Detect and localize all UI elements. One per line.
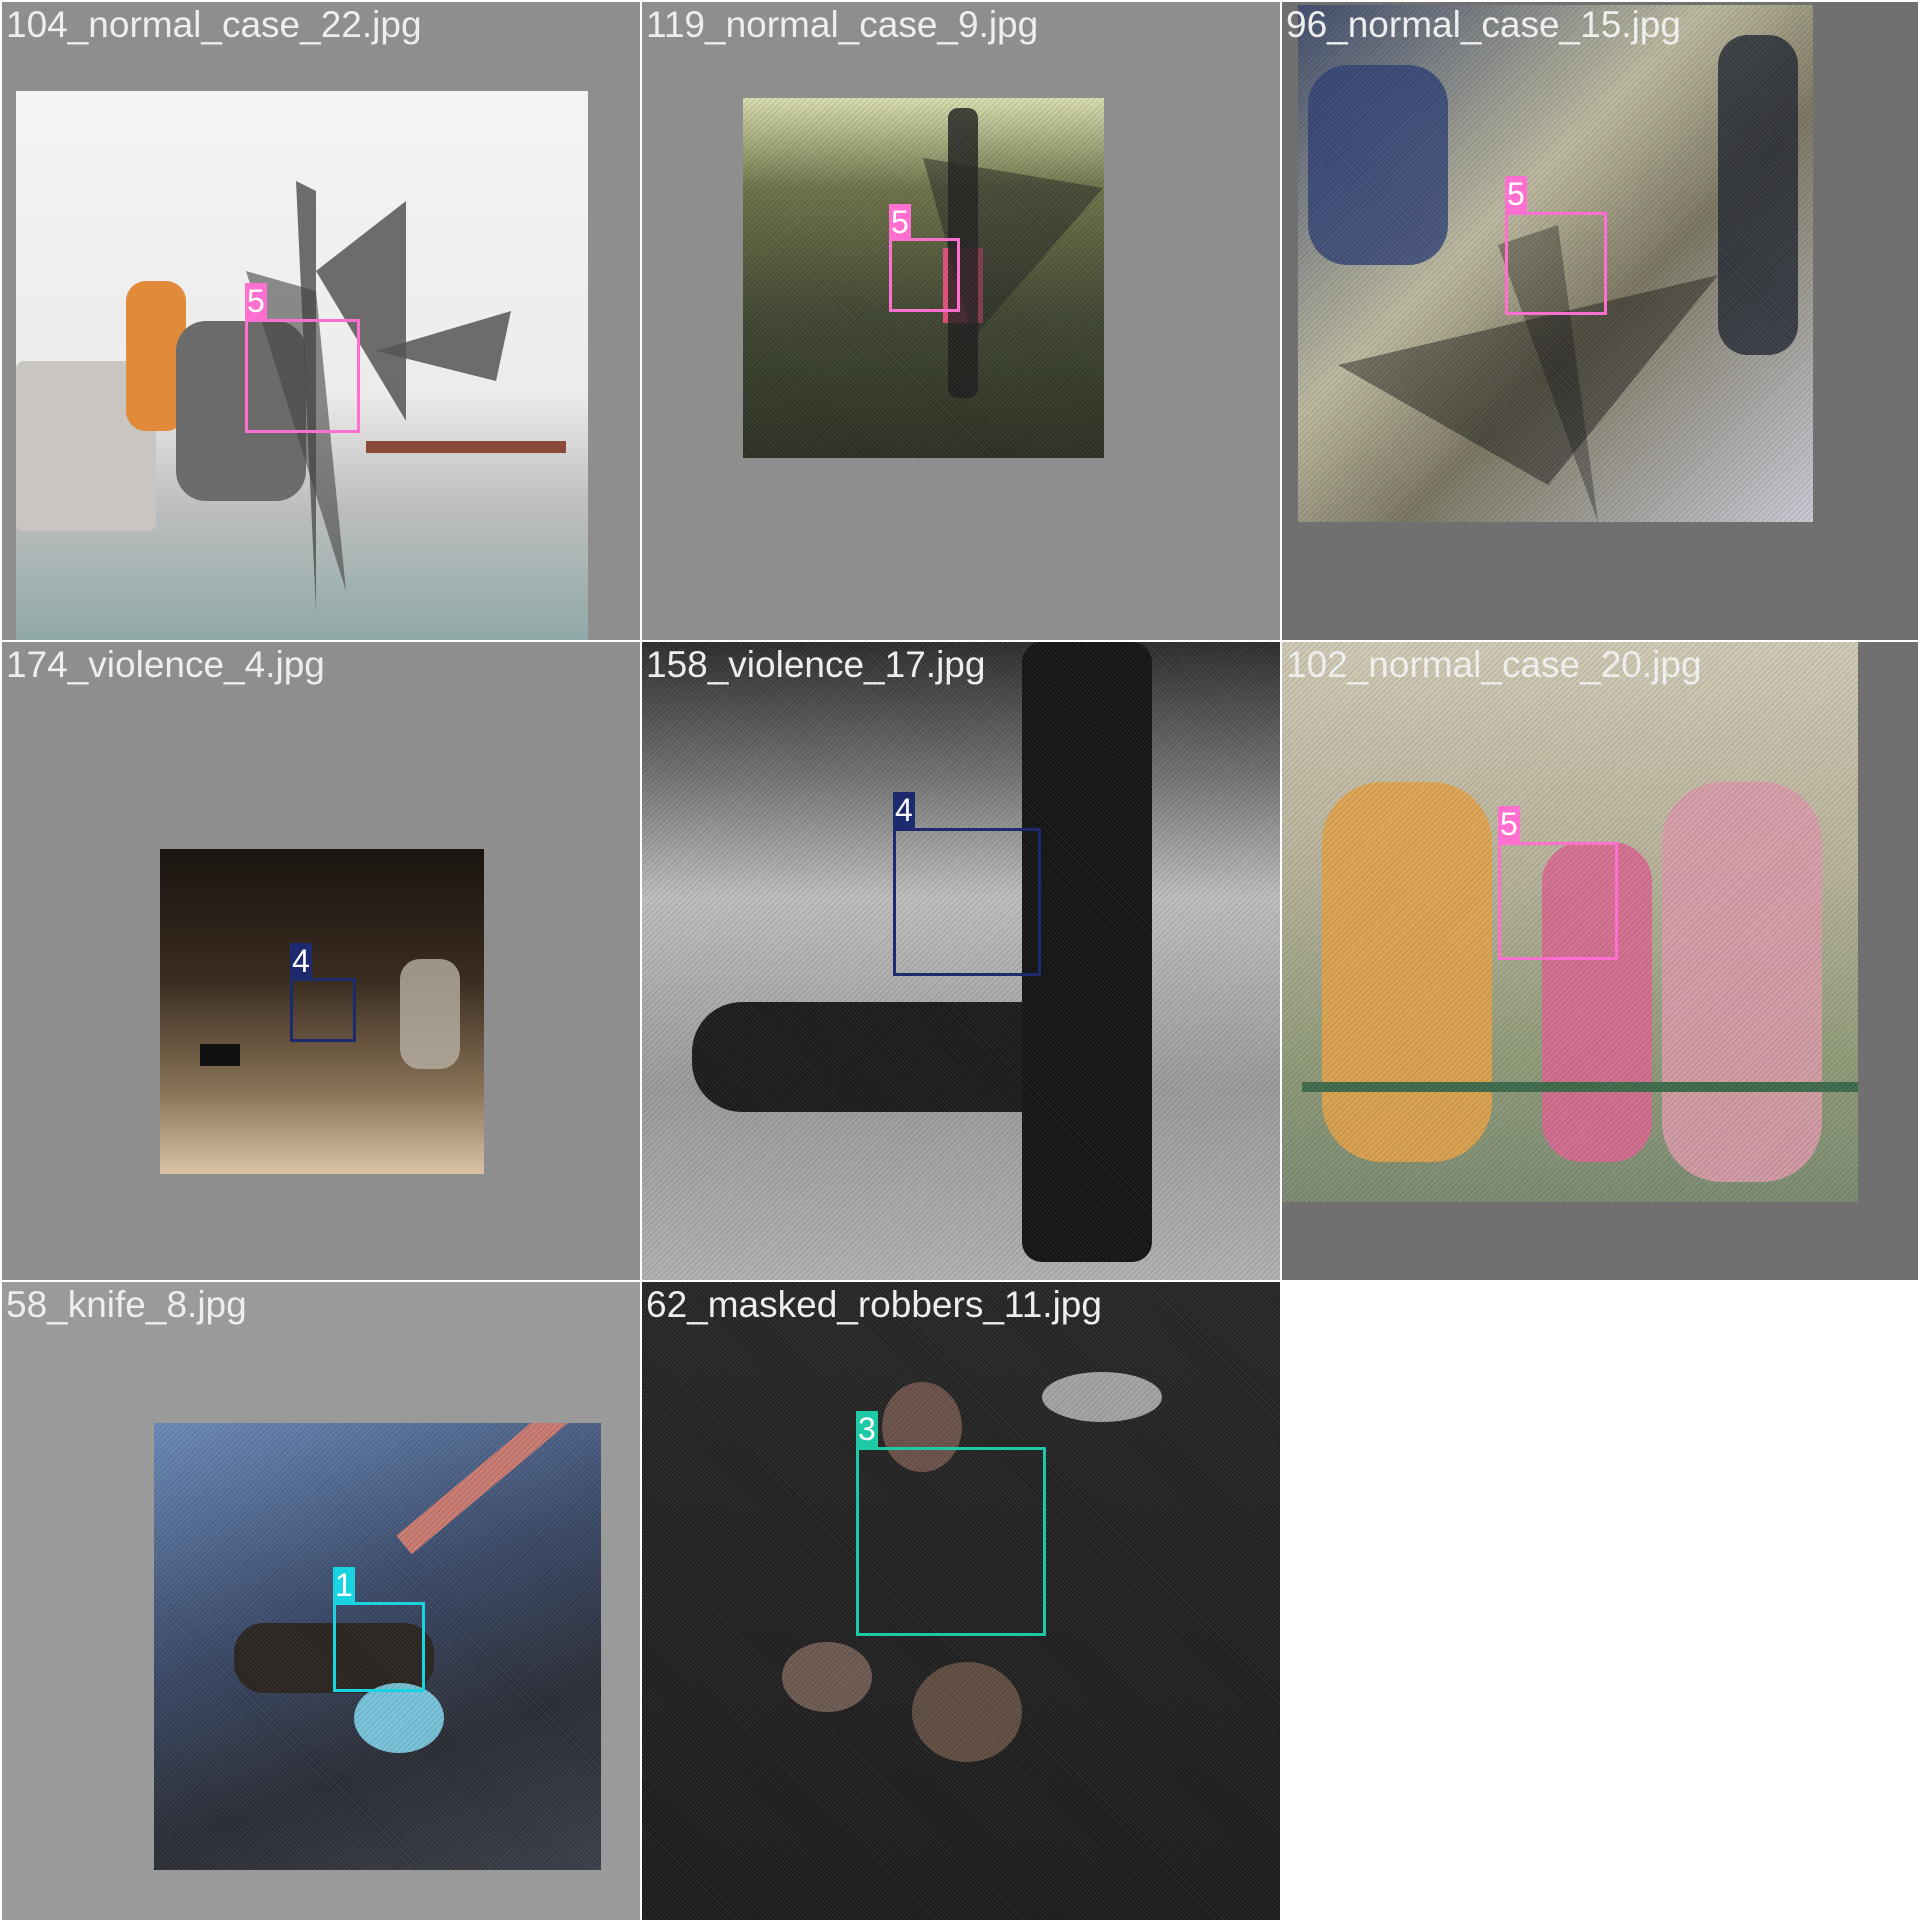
tile-96-normal-case-15: 5 96_normal_case_15.jpg: [1282, 2, 1918, 640]
detection-box: [333, 1602, 425, 1692]
detection-label: 1: [333, 1567, 355, 1603]
tile-104-normal-case-22: 5 104_normal_case_22.jpg: [2, 2, 640, 640]
detection-label: 5: [245, 283, 267, 319]
tile-174-violence-4: 4 174_violence_4.jpg: [2, 642, 640, 1280]
railing-shape: [1302, 1082, 1858, 1092]
filename-label: 174_violence_4.jpg: [6, 644, 325, 685]
filename-label: 119_normal_case_9.jpg: [646, 4, 1039, 45]
detection-box: [1505, 212, 1607, 315]
detection-label: 4: [290, 943, 312, 979]
detection-label: 4: [893, 792, 915, 828]
tile-62-masked-robbers-11: 3 62_masked_robbers_11.jpg: [642, 1282, 1280, 1920]
detection-label: 5: [1505, 176, 1527, 212]
detection-box: [856, 1447, 1046, 1636]
person-grandfather-shape: [1322, 782, 1492, 1162]
tile-58-knife-8: 1 58_knife_8.jpg: [2, 1282, 640, 1920]
light-blob-1-shape: [1042, 1372, 1162, 1422]
detection-label: 5: [889, 204, 911, 240]
empty-cell: [1282, 1282, 1918, 1918]
person-standing-legs-shape: [1022, 642, 1152, 1262]
filename-label: 96_normal_case_15.jpg: [1286, 4, 1681, 45]
tile-158-violence-17: 4 158_violence_17.jpg: [642, 642, 1280, 1280]
tile-119-normal-case-9: 5 119_normal_case_9.jpg: [642, 2, 1280, 640]
crowd-figure-shape: [400, 959, 460, 1069]
face-blob-2-shape: [782, 1642, 872, 1712]
detection-box: [290, 978, 356, 1042]
detection-box: [889, 238, 960, 312]
filename-label: 104_normal_case_22.jpg: [6, 4, 422, 45]
person-grandmother-shape: [1662, 782, 1822, 1182]
filename-label: 62_masked_robbers_11.jpg: [646, 1284, 1102, 1325]
detection-box: [893, 828, 1041, 976]
detection-label: 5: [1498, 806, 1520, 842]
filename-label: 102_normal_case_20.jpg: [1286, 644, 1702, 685]
detection-box: [1498, 842, 1618, 960]
detection-label: 3: [856, 1411, 878, 1447]
face-blob-3-shape: [912, 1662, 1022, 1762]
filename-label: 58_knife_8.jpg: [6, 1284, 247, 1325]
tile-102-normal-case-20: 5 102_normal_case_20.jpg: [1282, 642, 1918, 1280]
filename-label: 158_violence_17.jpg: [646, 644, 986, 685]
light-glow-shape: [354, 1683, 444, 1753]
detection-box: [245, 319, 360, 433]
police-text-shape: [200, 1044, 240, 1066]
knife-blade-shape: [396, 1423, 581, 1555]
